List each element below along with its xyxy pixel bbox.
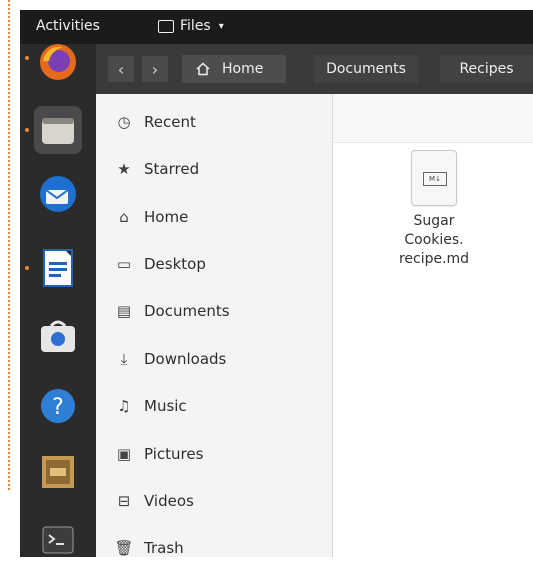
sidebar-item-label: Pictures	[144, 445, 204, 463]
sidebar-item-label: Downloads	[144, 350, 227, 368]
files-icon	[42, 118, 74, 144]
running-indicator	[25, 128, 29, 132]
forward-button[interactable]: ›	[142, 56, 168, 82]
firefox-icon	[40, 44, 76, 80]
file-name-line: recipe.md	[398, 251, 470, 267]
svg-text:?: ?	[52, 395, 64, 420]
app-menu-files[interactable]: Files ▾	[158, 18, 224, 34]
breadcrumb-label: Documents	[326, 61, 406, 77]
file-name: Sugar Cookies. recipe.md	[391, 212, 477, 269]
file-item[interactable]: M↓ Sugar Cookies. recipe.md	[391, 150, 477, 269]
download-icon: ⤓	[120, 350, 128, 368]
sidebar-item-pictures[interactable]: ▣ Pictures	[96, 434, 332, 474]
sidebar-item-label: Desktop	[144, 255, 206, 273]
sidebar-item-label: Trash	[144, 539, 184, 557]
dock-files[interactable]	[34, 106, 82, 154]
thunderbird-icon	[40, 176, 76, 212]
back-button[interactable]: ‹	[108, 56, 134, 82]
software-icon	[41, 320, 75, 352]
sidebar-item-label: Videos	[144, 492, 194, 510]
dock-software[interactable]	[34, 312, 82, 360]
sidebar-item-starred[interactable]: ★ Starred	[96, 149, 332, 189]
star-icon: ★	[117, 160, 131, 178]
sidebar-item-trash[interactable]: 🗑 Trash	[96, 528, 332, 568]
dock-dosbox[interactable]	[34, 448, 82, 496]
dock: ?	[20, 44, 96, 557]
writer-icon	[43, 249, 73, 287]
file-name-line: Sugar	[413, 213, 455, 229]
dock-help[interactable]: ?	[34, 382, 82, 430]
dock-writer[interactable]	[34, 244, 82, 292]
top-bar: Activities Files ▾	[20, 10, 533, 44]
breadcrumb-documents[interactable]: Documents	[314, 55, 418, 83]
app-menu-label: Files	[180, 18, 211, 34]
documents-icon: ▤	[116, 302, 132, 320]
page-border	[0, 0, 10, 490]
sidebar-item-label: Documents	[144, 302, 230, 320]
markdown-file-icon: M↓	[411, 150, 457, 206]
sidebar-item-documents[interactable]: ▤ Documents	[96, 291, 332, 331]
folder-icon	[158, 19, 174, 33]
breadcrumb-recipes[interactable]: Recipes	[440, 55, 533, 83]
sidebar-item-home[interactable]: ⌂ Home	[96, 197, 332, 237]
breadcrumb-label: Home	[222, 61, 264, 77]
sidebar-item-label: Starred	[144, 160, 200, 178]
sidebar-item-music[interactable]: ♫ Music	[96, 386, 332, 426]
dock-firefox[interactable]	[34, 38, 82, 86]
pictures-icon: ▣	[116, 445, 132, 463]
dosbox-icon	[42, 456, 74, 488]
sidebar-item-label: Recent	[144, 113, 196, 131]
running-indicator	[25, 56, 29, 60]
content-toolbar-area	[333, 94, 533, 143]
header-bar: ‹ › Home Documents Recipes	[96, 44, 533, 94]
home-icon: ⌂	[119, 208, 129, 226]
terminal-icon	[42, 526, 74, 554]
sidebar-item-label: Music	[144, 397, 187, 415]
trash-icon: 🗑	[114, 539, 134, 557]
file-name-line: Cookies.	[404, 232, 464, 248]
music-icon: ♫	[117, 397, 131, 415]
running-indicator	[25, 266, 29, 270]
sidebar-item-downloads[interactable]: ⤓ Downloads	[96, 339, 332, 379]
home-icon	[196, 62, 210, 76]
sidebar-item-desktop[interactable]: ▭ Desktop	[96, 244, 332, 284]
videos-icon: ⊟	[117, 492, 131, 510]
chevron-right-icon: ›	[151, 59, 159, 79]
places-sidebar: ◷ Recent ★ Starred ⌂ Home ▭ Desktop ▤ Do…	[96, 94, 333, 557]
activities-button[interactable]: Activities	[36, 18, 100, 34]
dock-thunderbird[interactable]	[34, 170, 82, 218]
breadcrumb-home[interactable]: Home	[182, 55, 286, 83]
desktop-icon: ▭	[116, 255, 132, 273]
help-icon: ?	[41, 389, 75, 423]
clock-icon: ◷	[117, 113, 131, 131]
breadcrumb-label: Recipes	[459, 61, 514, 77]
sidebar-item-recent[interactable]: ◷ Recent	[96, 102, 332, 142]
markdown-badge: M↓	[423, 172, 447, 186]
sidebar-item-label: Home	[144, 208, 189, 226]
sidebar-item-videos[interactable]: ⊟ Videos	[96, 481, 332, 521]
chevron-down-icon: ▾	[218, 20, 224, 32]
file-view: M↓ Sugar Cookies. recipe.md	[333, 94, 533, 557]
chevron-left-icon: ‹	[117, 59, 125, 79]
